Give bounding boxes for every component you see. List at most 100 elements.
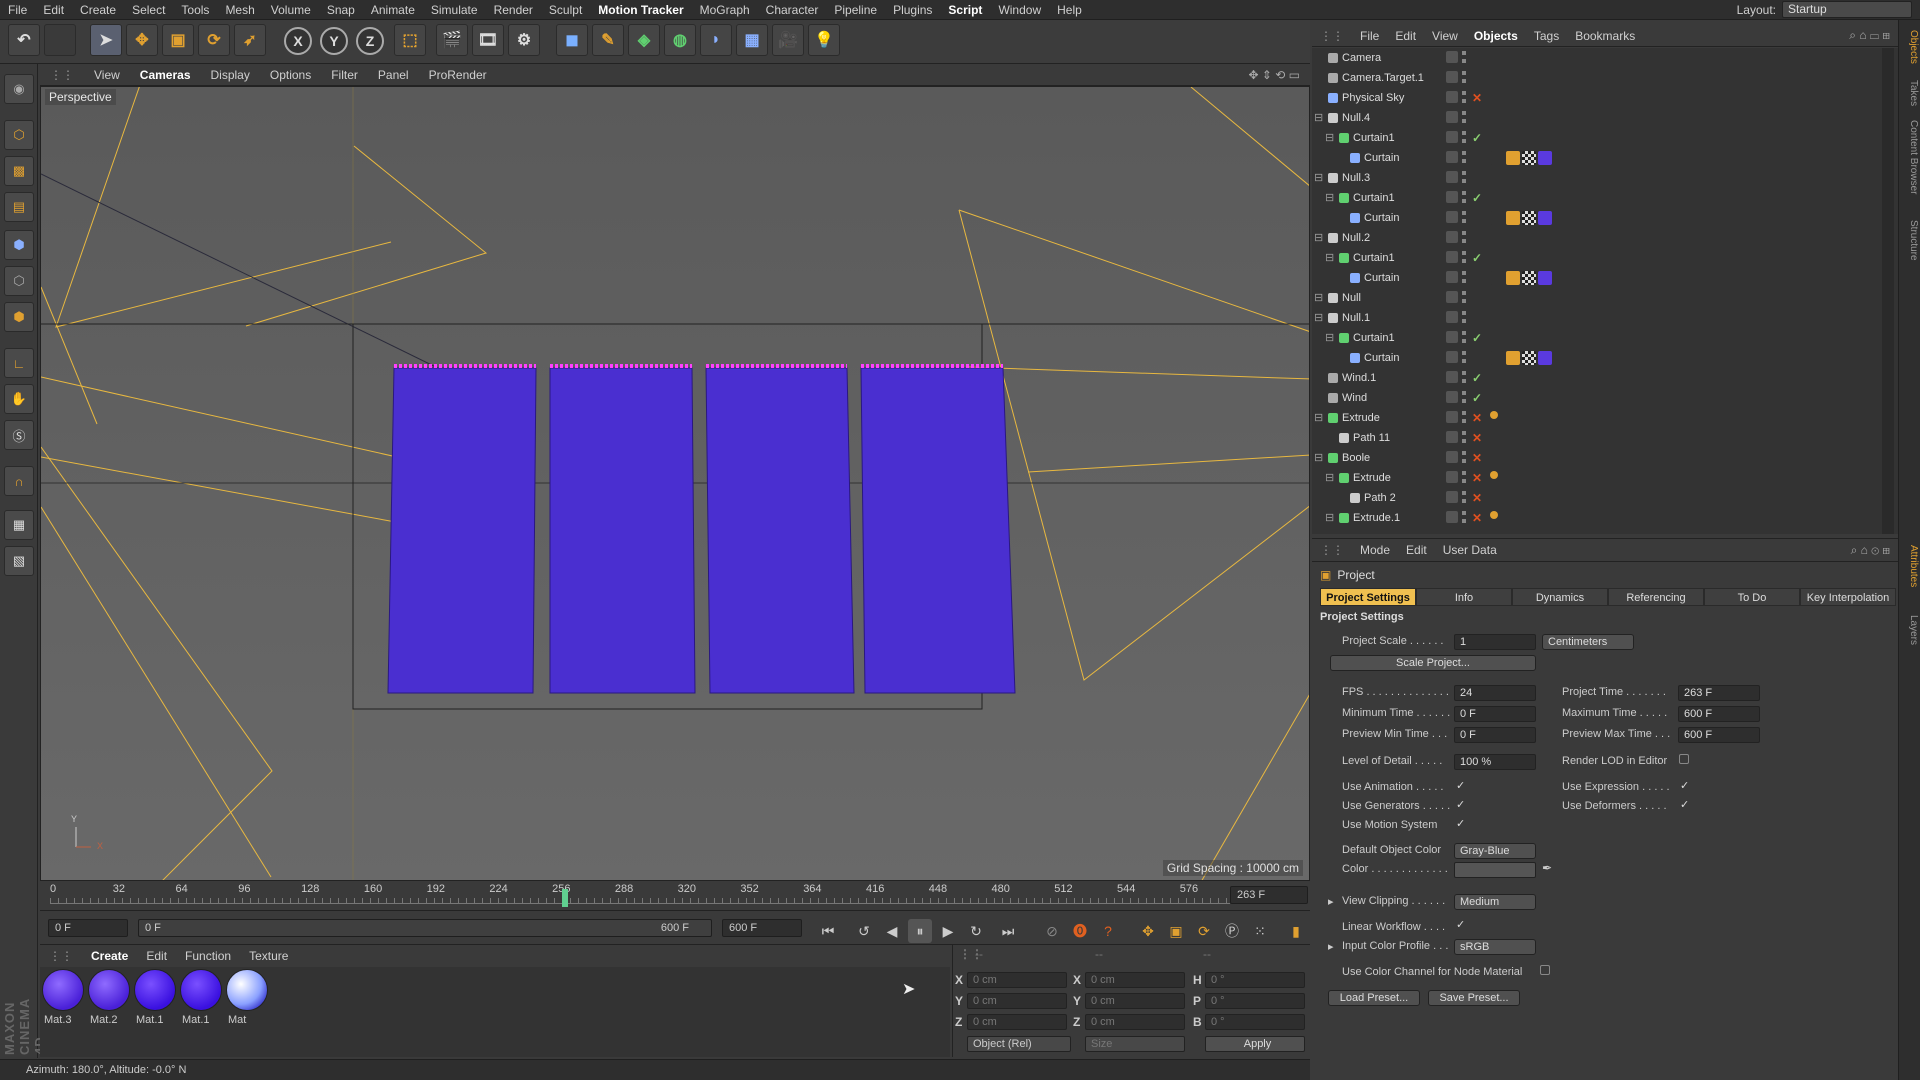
preview-min-field[interactable]: 0 F bbox=[1454, 727, 1536, 743]
floor-icon[interactable]: ▦ bbox=[736, 24, 768, 56]
phong-tag-icon[interactable] bbox=[1490, 411, 1498, 419]
project-scale-field[interactable]: 1 bbox=[1454, 634, 1536, 650]
node-material-checkbox[interactable] bbox=[1540, 965, 1550, 975]
key-position-icon[interactable]: ✥ bbox=[1136, 919, 1160, 943]
use-motion-system-checkbox[interactable]: ✓ bbox=[1456, 819, 1466, 830]
phong-tag-icon[interactable] bbox=[1490, 471, 1498, 479]
layer-toggle-icon[interactable] bbox=[1446, 251, 1458, 263]
object-row[interactable]: ⊟ Curtain1 ✓ bbox=[1312, 188, 1882, 208]
side-tab-takes[interactable]: Takes bbox=[1901, 80, 1919, 106]
edges-mode-icon[interactable]: ⬡ bbox=[4, 266, 34, 296]
go-to-end-icon[interactable]: ⏭ bbox=[996, 919, 1020, 943]
visibility-dots-icon[interactable] bbox=[1462, 211, 1466, 225]
default-color-dropdown[interactable]: Gray-Blue bbox=[1454, 843, 1536, 859]
layer-toggle-icon[interactable] bbox=[1446, 431, 1458, 443]
points-mode-icon[interactable]: ⬢ bbox=[4, 230, 34, 260]
coord-apply-button[interactable]: Apply bbox=[1205, 1036, 1305, 1052]
camera-icon[interactable]: 🎥 bbox=[772, 24, 804, 56]
visibility-dots-icon[interactable] bbox=[1462, 311, 1466, 325]
viewport-nav-icon[interactable]: ✥ ⇕ ⟲ ▭ bbox=[1238, 68, 1310, 82]
texture-tag-icon[interactable] bbox=[1522, 211, 1536, 225]
object-row[interactable]: ⊟ Extrude ✕ bbox=[1312, 468, 1882, 488]
layer-toggle-icon[interactable] bbox=[1446, 331, 1458, 343]
layer-toggle-icon[interactable] bbox=[1446, 511, 1458, 523]
layer-toggle-icon[interactable] bbox=[1446, 191, 1458, 203]
use-animation-checkbox[interactable]: ✓ bbox=[1456, 781, 1466, 792]
object-row[interactable]: ⊟ Curtain1 ✓ bbox=[1312, 248, 1882, 268]
layer-toggle-icon[interactable] bbox=[1446, 371, 1458, 383]
viewport-menu-view[interactable]: View bbox=[84, 68, 130, 82]
expand-icon[interactable]: ⊟ bbox=[1314, 408, 1323, 428]
menu-edit[interactable]: Edit bbox=[35, 3, 72, 17]
grid-snap-icon[interactable]: ▦ bbox=[4, 510, 34, 540]
go-to-start-icon[interactable]: ⏮ bbox=[816, 919, 840, 943]
layer-toggle-icon[interactable] bbox=[1446, 71, 1458, 83]
object-row[interactable]: ⊟ Null bbox=[1312, 288, 1882, 308]
material-menu-texture[interactable]: Texture bbox=[240, 949, 297, 963]
visibility-dots-icon[interactable] bbox=[1462, 331, 1466, 345]
autokey-icon[interactable]: ⓿ bbox=[1068, 919, 1092, 943]
layer-toggle-icon[interactable] bbox=[1446, 111, 1458, 123]
object-row[interactable]: Curtain bbox=[1312, 208, 1882, 228]
expand-icon[interactable]: ⊟ bbox=[1325, 248, 1334, 268]
side-tab-attributes[interactable]: Attributes bbox=[1901, 545, 1919, 587]
layer-toggle-icon[interactable] bbox=[1446, 131, 1458, 143]
z-axis-lock-icon[interactable]: Z bbox=[356, 27, 384, 55]
menu-tools[interactable]: Tools bbox=[173, 3, 217, 17]
icp-expand-icon[interactable]: ▸ bbox=[1328, 940, 1334, 953]
undo-icon[interactable]: ↶ bbox=[8, 24, 40, 56]
visibility-dots-icon[interactable] bbox=[1462, 391, 1466, 405]
max-time-field[interactable]: 600 F bbox=[1678, 706, 1760, 722]
menu-simulate[interactable]: Simulate bbox=[423, 3, 486, 17]
light-icon[interactable]: 💡 bbox=[808, 24, 840, 56]
material-menu-edit[interactable]: Edit bbox=[137, 949, 176, 963]
expand-icon[interactable]: ⊟ bbox=[1325, 328, 1334, 348]
material-menu-function[interactable]: Function bbox=[176, 949, 240, 963]
enable-flag-icon[interactable]: ✕ bbox=[1472, 508, 1482, 528]
visibility-dots-icon[interactable] bbox=[1462, 371, 1466, 385]
move-tool-icon[interactable]: ✥ bbox=[126, 24, 158, 56]
material-item[interactable]: Mat bbox=[226, 969, 270, 1029]
object-row[interactable]: ⊟ Curtain1 ✓ bbox=[1312, 128, 1882, 148]
next-key-icon[interactable]: ↻ bbox=[964, 919, 988, 943]
enable-flag-icon[interactable]: ✕ bbox=[1472, 488, 1482, 508]
viewport-menu-options[interactable]: Options bbox=[260, 68, 321, 82]
pen-spline-icon[interactable]: ✎ bbox=[592, 24, 624, 56]
scale-project-button[interactable]: Scale Project... bbox=[1330, 655, 1536, 671]
object-row[interactable]: Wind ✓ bbox=[1312, 388, 1882, 408]
viewport-menu-prorender[interactable]: ProRender bbox=[419, 68, 497, 82]
om-menu-bookmarks[interactable]: Bookmarks bbox=[1567, 29, 1643, 43]
make-editable-icon[interactable]: ◉ bbox=[4, 74, 34, 104]
attr-menu-edit[interactable]: Edit bbox=[1398, 543, 1435, 557]
material-tag-icon[interactable] bbox=[1538, 151, 1552, 165]
solo-mode-icon[interactable]: Ⓢ bbox=[4, 420, 34, 450]
tab-key-interpolation[interactable]: Key Interpolation bbox=[1800, 588, 1896, 606]
layer-toggle-icon[interactable] bbox=[1446, 471, 1458, 483]
record-active-icon[interactable]: ⊘ bbox=[1040, 919, 1064, 943]
visibility-dots-icon[interactable] bbox=[1462, 51, 1466, 65]
menu-pipeline[interactable]: Pipeline bbox=[826, 3, 885, 17]
attr-menu-mode[interactable]: Mode bbox=[1352, 543, 1398, 557]
material-tag-icon[interactable] bbox=[1538, 211, 1552, 225]
expand-icon[interactable]: ⊟ bbox=[1325, 468, 1334, 488]
keyframe-selection-icon[interactable]: ? bbox=[1096, 919, 1120, 943]
material-item[interactable]: Mat.1 bbox=[180, 969, 224, 1029]
coord-size-y-field[interactable]: 0 cm bbox=[1085, 993, 1185, 1009]
menu-animate[interactable]: Animate bbox=[363, 3, 423, 17]
menu-snap[interactable]: Snap bbox=[319, 3, 363, 17]
object-row[interactable]: Path 11 ✕ bbox=[1312, 428, 1882, 448]
side-tab-layers[interactable]: Layers bbox=[1901, 615, 1919, 645]
visibility-dots-icon[interactable] bbox=[1462, 111, 1466, 125]
layer-toggle-icon[interactable] bbox=[1446, 291, 1458, 303]
coord-size-dropdown[interactable]: Size bbox=[1085, 1036, 1185, 1052]
scale-tool-icon[interactable]: ▣ bbox=[162, 24, 194, 56]
redo-icon[interactable] bbox=[44, 24, 76, 56]
visibility-dots-icon[interactable] bbox=[1462, 71, 1466, 85]
key-rotation-icon[interactable]: ⟳ bbox=[1192, 919, 1216, 943]
material-item[interactable]: Mat.3 bbox=[42, 969, 86, 1029]
visibility-dots-icon[interactable] bbox=[1462, 131, 1466, 145]
render-view-icon[interactable]: 🎬 bbox=[436, 24, 468, 56]
layer-toggle-icon[interactable] bbox=[1446, 171, 1458, 183]
cloth-tag-icon[interactable] bbox=[1490, 351, 1504, 365]
timeline-window-icon[interactable]: ▮ bbox=[1284, 919, 1308, 943]
